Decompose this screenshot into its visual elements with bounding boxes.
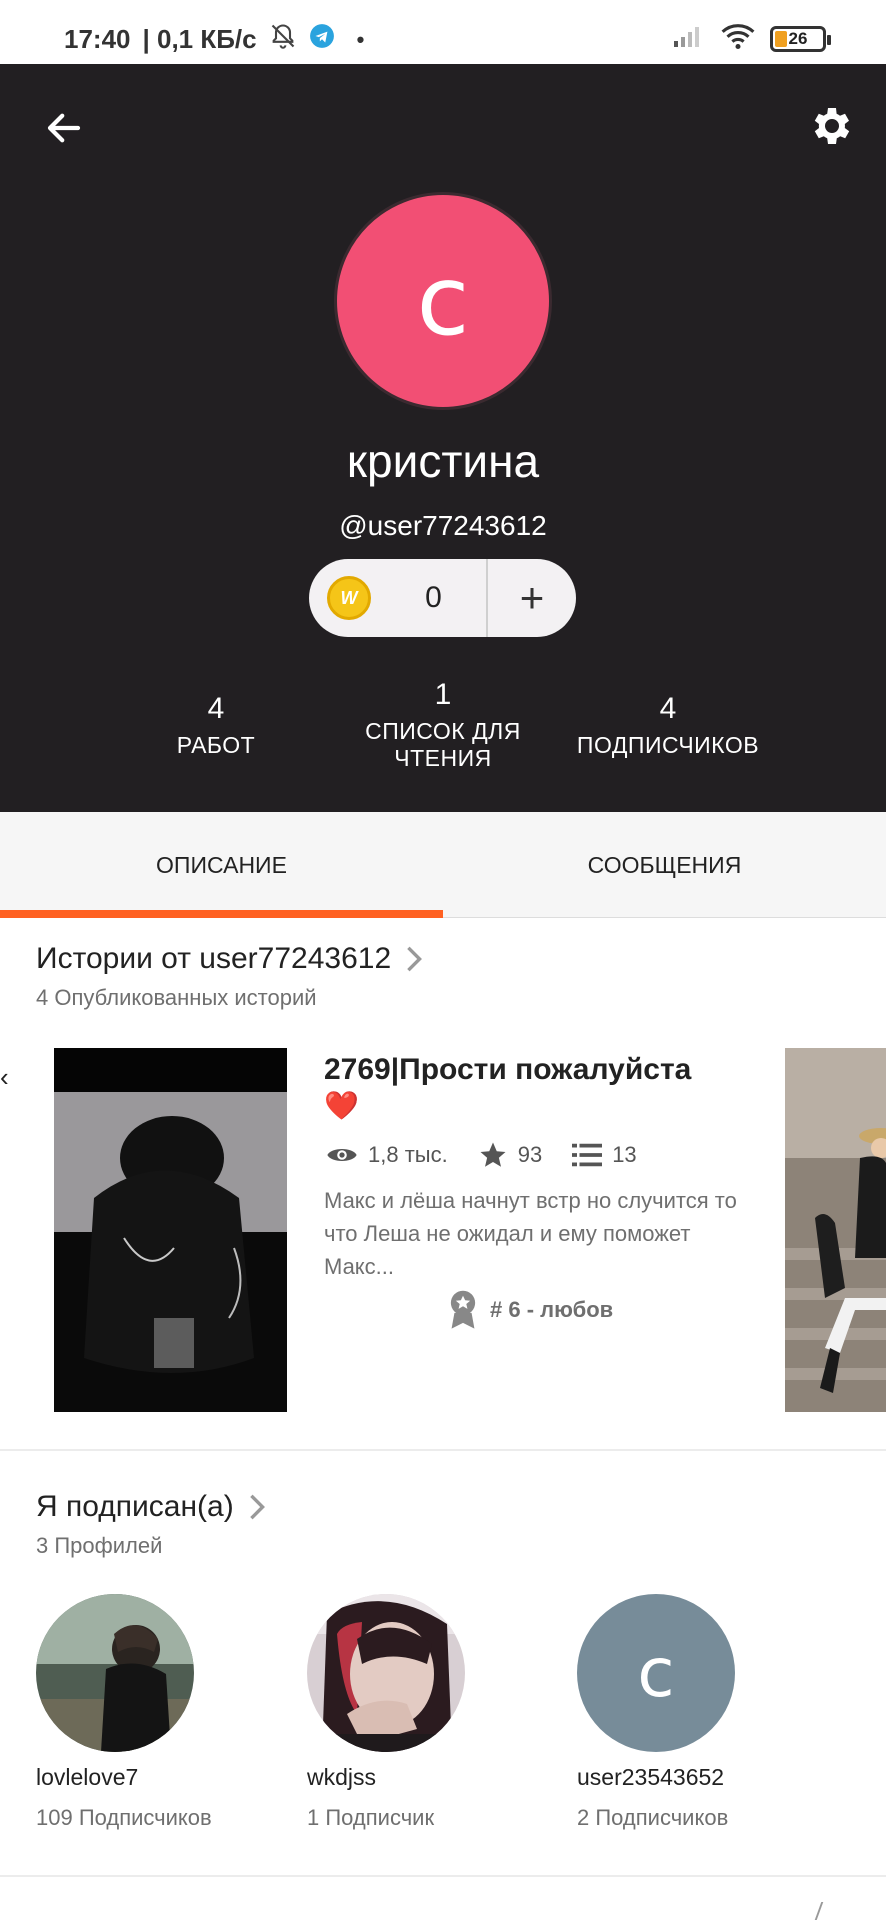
battery-level: 26 — [788, 28, 808, 48]
signal-icon — [672, 23, 706, 54]
back-button[interactable] — [38, 102, 90, 154]
stat-reading-lists-count: 1 — [434, 678, 452, 711]
followed-follower-count: 2 Подписчиков — [577, 1805, 729, 1830]
story-views: 1,8 тыс. — [326, 1142, 448, 1168]
followed-username: user23543652 — [577, 1764, 725, 1790]
status-time: 17:40 — [64, 24, 131, 54]
avatar — [307, 1594, 465, 1752]
following-section-title[interactable]: Я подписан(а) — [36, 1490, 266, 1524]
followed-profile[interactable]: wkdjss 1 Подписчик — [307, 1594, 507, 1831]
story-parts: 13 — [572, 1142, 637, 1168]
star-icon — [480, 1142, 506, 1167]
story-title-text: 2769|Прости пожалуйста — [324, 1053, 692, 1086]
following-title-text: Я подписан(а) — [36, 1490, 234, 1523]
followed-profile[interactable]: lovlelove7 109 Подписчиков — [36, 1594, 236, 1831]
tab-messages[interactable]: СООБЩЕНИЯ — [443, 812, 886, 918]
followed-username: lovlelove7 — [36, 1764, 139, 1790]
tab-description[interactable]: ОПИСАНИЕ — [0, 812, 443, 918]
story-stats: 1,8 тыс. 93 13 — [326, 1140, 667, 1170]
scroll-edge-indicator — [814, 1902, 830, 1920]
eye-icon — [327, 1149, 357, 1161]
status-bar: 17:40 | 0,1 КБ/с • 26 — [0, 0, 886, 64]
followed-follower-count: 1 Подписчик — [307, 1805, 435, 1830]
section-divider — [0, 1875, 886, 1877]
story-votes: 93 — [478, 1140, 542, 1170]
add-coins-button[interactable]: + — [488, 559, 576, 637]
coins-widget: W 0 + — [309, 559, 576, 637]
profile-header: c кристина @user77243612 W 0 + 4 РАБОТ 1… — [0, 64, 886, 812]
profile-avatar[interactable]: c — [334, 192, 552, 410]
status-right: 26 — [672, 22, 831, 55]
avatar-letter: c — [637, 1633, 675, 1713]
tab-active-indicator — [0, 910, 443, 918]
stories-section-title[interactable]: Истории от user77243612 — [36, 942, 423, 976]
stories-title-text: Истории от user77243612 — [36, 942, 392, 975]
stat-reading-lists[interactable]: 1 СПИСОК ДЛЯ ЧТЕНИЯ — [352, 678, 534, 772]
avatar-letter: c — [416, 245, 470, 357]
following-subtitle: 3 Профилей — [36, 1533, 163, 1558]
story-parts-count: 13 — [612, 1142, 637, 1167]
followed-username: wkdjss — [307, 1764, 377, 1790]
prev-story-edge: ‹ — [0, 1062, 9, 1092]
settings-button[interactable] — [802, 98, 858, 154]
avatar — [36, 1594, 194, 1752]
dot-icon: • — [356, 26, 365, 52]
gear-icon — [814, 108, 850, 144]
wifi-icon — [720, 22, 756, 55]
stories-subtitle: 4 Опубликованных историй — [36, 985, 317, 1010]
followed-follower-count: 109 Подписчиков — [36, 1805, 212, 1830]
followed-profile[interactable]: c user23543652 2 Подписчиков — [577, 1594, 777, 1831]
coin-count: 0 — [425, 581, 442, 614]
chevron-right-icon — [249, 1494, 265, 1520]
stat-works-count: 4 — [207, 692, 225, 725]
story-rank[interactable]: # 6 - любов — [448, 1290, 613, 1330]
status-speed: | 0,1 КБ/с — [142, 24, 257, 54]
story-rank-text: # 6 - любов — [490, 1297, 614, 1322]
story-title[interactable]: 2769|Прости пожалуйста ❤️ — [324, 1052, 744, 1124]
avatar: c — [577, 1594, 735, 1752]
profile-tabs: ОПИСАНИЕ СООБЩЕНИЯ — [0, 812, 886, 918]
list-icon — [572, 1143, 603, 1167]
story-votes-count: 93 — [517, 1142, 543, 1167]
story-cover-image[interactable] — [54, 1048, 287, 1412]
stat-followers-count: 4 — [659, 692, 677, 725]
next-story-cover[interactable] — [785, 1048, 886, 1412]
profile-username: @user77243612 — [339, 510, 547, 541]
stat-followers[interactable]: 4 ПОДПИСЧИКОВ — [568, 692, 768, 759]
chevron-right-icon — [407, 946, 423, 972]
coin-icon: W — [327, 576, 371, 620]
stat-reading-lists-label: СПИСОК ДЛЯ ЧТЕНИЯ — [365, 718, 521, 771]
stat-followers-label: ПОДПИСЧИКОВ — [576, 732, 760, 758]
telegram-icon — [309, 23, 335, 56]
story-views-count: 1,8 тыс. — [368, 1142, 448, 1167]
stat-works[interactable]: 4 РАБОТ — [136, 692, 296, 759]
story-description: Макс и лёша начнут встр но случится то ч… — [324, 1188, 737, 1279]
profile-display-name: кристина — [346, 435, 540, 487]
battery-icon: 26 — [770, 25, 831, 52]
arrow-left-icon — [47, 113, 81, 143]
bell-off-icon — [269, 22, 297, 57]
award-ribbon-icon — [450, 1290, 476, 1329]
status-left: 17:40 | 0,1 КБ/с • — [64, 22, 364, 57]
stat-works-label: РАБОТ — [176, 732, 256, 758]
story-title-emoji: ❤️ — [324, 1090, 359, 1121]
section-divider — [0, 1449, 886, 1451]
